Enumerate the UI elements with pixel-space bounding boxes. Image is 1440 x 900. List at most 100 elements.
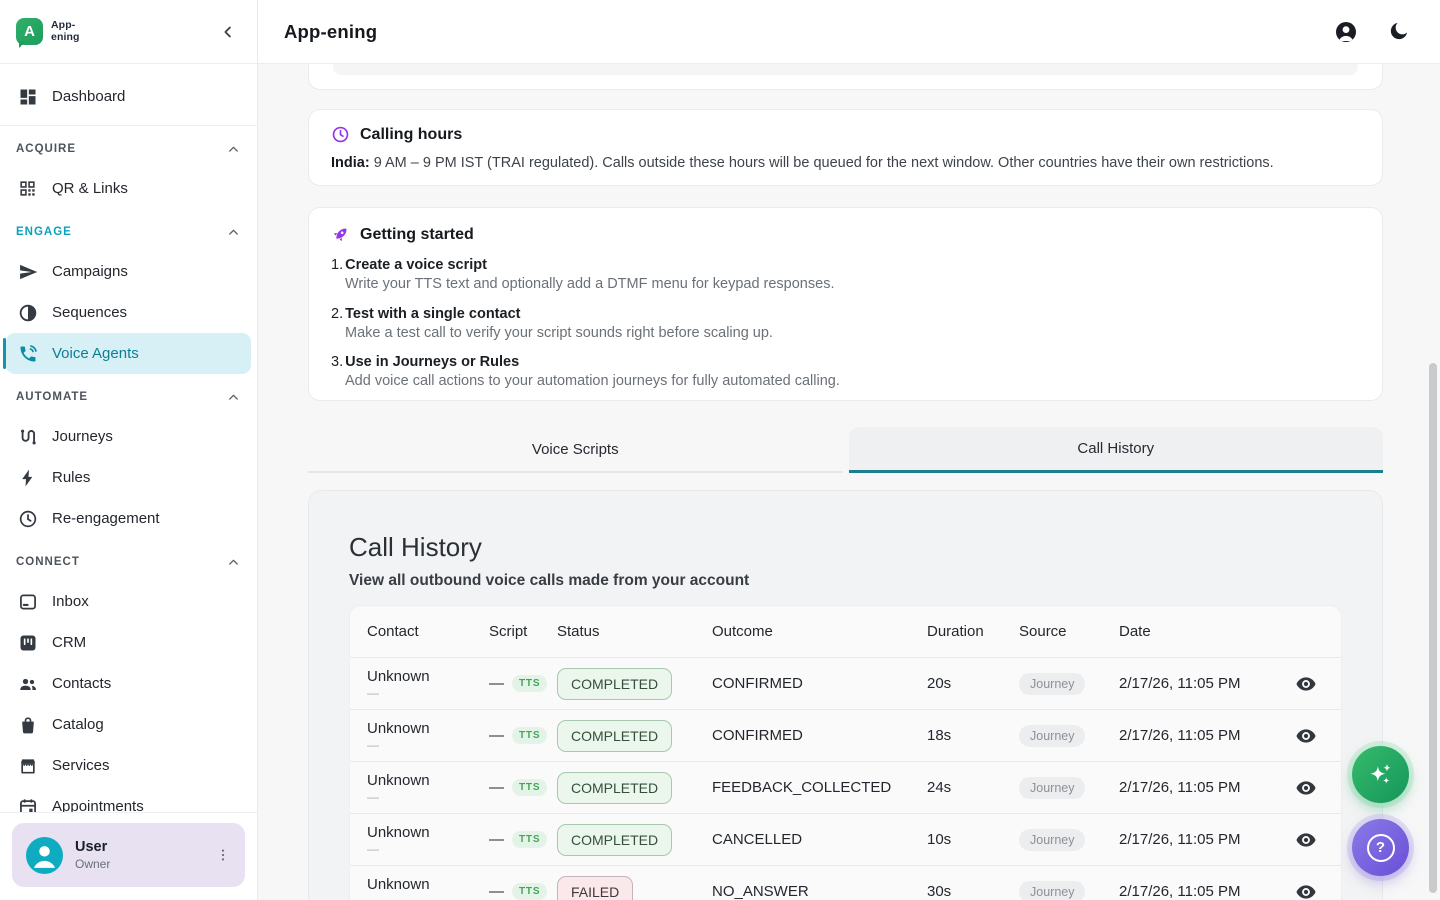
table-row: Unknown— —TTS COMPLETED CONFIRMED 20s Jo…: [350, 657, 1341, 709]
tab-call-history[interactable]: Call History: [849, 427, 1384, 473]
sidebar-item-crm[interactable]: CRM: [6, 622, 251, 663]
sidebar-item-services[interactable]: Services: [6, 745, 251, 786]
sidebar-item-qr-links[interactable]: QR & Links: [6, 168, 251, 209]
route-icon: [18, 427, 38, 447]
section-header-automate[interactable]: AUTOMATE: [0, 378, 257, 416]
getting-started-step: 2.Test with a single contact Make a test…: [331, 306, 1360, 341]
contact-sub: —: [367, 738, 489, 752]
view-details-button[interactable]: [1293, 827, 1319, 853]
calendar-icon: [18, 797, 38, 813]
getting-started-card: Getting started 1.Create a voice script …: [308, 207, 1383, 401]
sidebar-item-appointments[interactable]: Appointments: [6, 786, 251, 812]
sidebar-item-inbox[interactable]: Inbox: [6, 581, 251, 622]
user-meta: User Owner: [75, 839, 201, 871]
call-history-table: Contact Script Status Outcome Duration S…: [349, 605, 1342, 900]
chevron-left-icon: [219, 23, 237, 41]
user-card[interactable]: User Owner: [12, 823, 245, 887]
sparkles-icon: [1366, 760, 1396, 790]
dark-mode-moon-icon[interactable]: [1388, 20, 1412, 44]
section-header-connect[interactable]: CONNECT: [0, 543, 257, 581]
chevron-up-icon: [226, 390, 241, 405]
contact-sub: —: [367, 790, 489, 804]
contact-name: Unknown: [367, 824, 489, 841]
getting-started-title: Getting started: [360, 226, 474, 244]
duration-value: 20s: [927, 675, 1019, 692]
getting-started-step: 1.Create a voice script Write your TTS t…: [331, 257, 1360, 292]
sidebar-item-dashboard[interactable]: Dashboard: [6, 76, 251, 117]
page-scrollbar[interactable]: [1429, 363, 1437, 893]
contact-sub: —: [367, 842, 489, 856]
view-details-button[interactable]: [1293, 775, 1319, 801]
tab-voice-scripts[interactable]: Voice Scripts: [308, 427, 843, 473]
outcome-value: CANCELLED: [712, 831, 927, 848]
status-badge: COMPLETED: [557, 720, 672, 752]
sidebar-item-journeys[interactable]: Journeys: [6, 416, 251, 457]
source-badge: Journey: [1019, 725, 1085, 747]
app-logo-text: App-ening: [51, 20, 80, 43]
date-value: 2/17/26, 11:05 PM: [1119, 675, 1270, 692]
table-row: Unknown— —TTS COMPLETED CANCELLED 10s Jo…: [350, 813, 1341, 865]
tab-bar: Voice Scripts Call History: [308, 427, 1383, 473]
view-details-button[interactable]: [1293, 671, 1319, 697]
user-avatar-icon[interactable]: [1334, 20, 1358, 44]
outcome-value: CONFIRMED: [712, 675, 927, 692]
sidebar-item-voice-agents[interactable]: Voice Agents: [6, 333, 251, 374]
status-badge: COMPLETED: [557, 824, 672, 856]
outcome-value: NO_ANSWER: [712, 883, 927, 900]
getting-started-step: 3.Use in Journeys or Rules Add voice cal…: [331, 354, 1360, 389]
outcome-value: CONFIRMED: [712, 727, 927, 744]
dots-vertical-icon: [215, 847, 231, 863]
sidebar-item-re-engagement[interactable]: Re-engagement: [6, 498, 251, 539]
call-history-panel: Call History View all outbound voice cal…: [308, 490, 1383, 900]
view-details-button[interactable]: [1293, 879, 1319, 900]
section-header-engage[interactable]: ENGAGE: [0, 213, 257, 251]
duration-value: 10s: [927, 831, 1019, 848]
contact-name: Unknown: [367, 720, 489, 737]
chevron-up-icon: [226, 555, 241, 570]
clock-icon: [331, 125, 350, 144]
tts-badge: TTS: [512, 831, 547, 848]
section-header-acquire[interactable]: ACQUIRE: [0, 130, 257, 168]
contact-name: Unknown: [367, 668, 489, 685]
contact-name: Unknown: [367, 876, 489, 893]
sidebar-item-catalog[interactable]: Catalog: [6, 704, 251, 745]
question-mark-icon: ?: [1367, 834, 1395, 862]
user-menu-button[interactable]: [213, 841, 233, 869]
sidebar-header: A App-ening: [0, 0, 257, 64]
qr-code-icon: [18, 179, 38, 199]
view-details-button[interactable]: [1293, 723, 1319, 749]
source-badge: Journey: [1019, 829, 1085, 851]
table-header-row: Contact Script Status Outcome Duration S…: [350, 606, 1341, 657]
user-avatar: [26, 837, 63, 874]
app-logo[interactable]: A App-ening: [16, 18, 80, 45]
clock-icon: [18, 509, 38, 529]
contact-sub: —: [367, 894, 489, 900]
tts-badge: TTS: [512, 779, 547, 796]
dashboard-icon: [18, 87, 38, 107]
help-button[interactable]: ?: [1352, 819, 1409, 876]
message-square-icon: [18, 592, 38, 612]
column-header-source: Source: [1019, 623, 1119, 640]
contact-name: Unknown: [367, 772, 489, 789]
ai-assistant-button[interactable]: [1352, 746, 1409, 803]
tts-badge: TTS: [512, 727, 547, 744]
user-role: Owner: [75, 857, 201, 871]
table-row: Unknown— —TTS FAILED NO_ANSWER 30s Journ…: [350, 865, 1341, 900]
phone-call-icon: [18, 344, 38, 364]
app-logo-icon: A: [16, 18, 43, 45]
chevron-up-icon: [226, 225, 241, 240]
tts-badge: TTS: [512, 883, 547, 900]
sidebar-item-campaigns[interactable]: Campaigns: [6, 251, 251, 292]
source-badge: Journey: [1019, 881, 1085, 900]
column-header-outcome: Outcome: [712, 623, 927, 640]
sidebar-item-contacts[interactable]: Contacts: [6, 663, 251, 704]
column-header-script: Script: [489, 623, 557, 640]
sidebar-collapse-button[interactable]: [215, 19, 241, 45]
sidebar-divider: [0, 125, 257, 126]
sidebar-item-rules[interactable]: Rules: [6, 457, 251, 498]
sidebar-item-sequences[interactable]: Sequences: [6, 292, 251, 333]
contrast-icon: [18, 303, 38, 323]
call-history-title: Call History: [349, 532, 1342, 563]
column-header-date: Date: [1119, 623, 1270, 640]
lightning-icon: [18, 468, 38, 488]
